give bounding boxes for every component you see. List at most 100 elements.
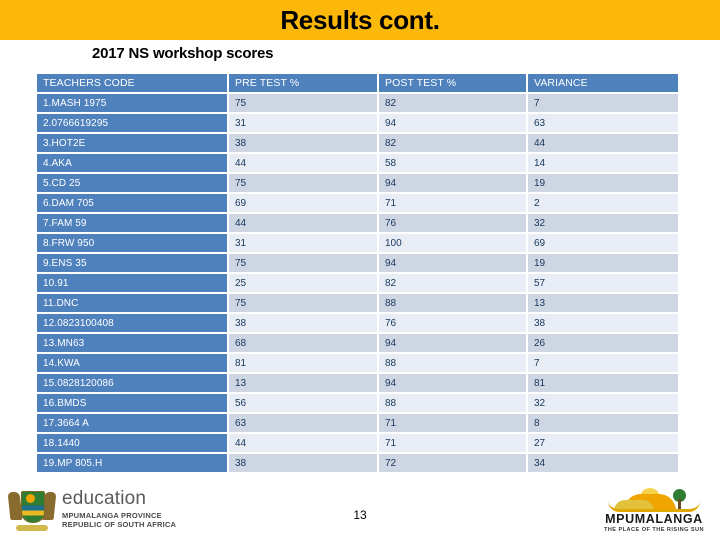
cell-variance: 14	[528, 152, 678, 172]
cell-pre-test: 44	[229, 432, 379, 452]
cell-pre-test: 38	[229, 312, 379, 332]
cell-teachers-code: 10.91	[37, 272, 229, 292]
province-logo-tagline: THE PLACE OF THE RISING SUN	[603, 526, 705, 533]
cell-post-test: 100	[379, 232, 528, 252]
column-header-post-test: POST TEST %	[379, 74, 528, 92]
table-row: 12.0823100408 38 76 38	[37, 312, 678, 332]
cell-variance: 34	[528, 452, 678, 472]
cell-pre-test: 25	[229, 272, 379, 292]
cell-teachers-code: 8.FRW 950	[37, 232, 229, 252]
cell-teachers-code: 5.CD 25	[37, 172, 229, 192]
cell-pre-test: 75	[229, 252, 379, 272]
cell-post-test: 88	[379, 352, 528, 372]
table-row: 1.MASH 1975 75 82 7	[37, 92, 678, 112]
cell-post-test: 71	[379, 432, 528, 452]
cell-variance: 7	[528, 352, 678, 372]
cell-post-test: 58	[379, 152, 528, 172]
table-row: 3.HOT2E 38 82 44	[37, 132, 678, 152]
cell-pre-test: 38	[229, 132, 379, 152]
cell-variance: 13	[528, 292, 678, 312]
cell-pre-test: 44	[229, 212, 379, 232]
cell-pre-test: 63	[229, 412, 379, 432]
coat-of-arms-icon	[7, 483, 57, 535]
table-row: 5.CD 25 75 94 19	[37, 172, 678, 192]
table-row: 8.FRW 950 31 100 69	[37, 232, 678, 252]
cell-pre-test: 69	[229, 192, 379, 212]
page-title: Results cont.	[280, 5, 440, 35]
cell-variance: 26	[528, 332, 678, 352]
cell-post-test: 72	[379, 452, 528, 472]
cell-variance: 27	[528, 432, 678, 452]
cell-pre-test: 81	[229, 352, 379, 372]
education-department-logo: education MPUMALANGA PROVINCE REPUBLIC O…	[7, 482, 218, 536]
cell-teachers-code: 3.HOT2E	[37, 132, 229, 152]
slide-subtitle: 2017 NS workshop scores	[92, 45, 274, 62]
table-row: 6.DAM 705 69 71 2	[37, 192, 678, 212]
cell-variance: 81	[528, 372, 678, 392]
cell-teachers-code: 19.MP 805.H	[37, 452, 229, 472]
cell-teachers-code: 2.0766619295	[37, 112, 229, 132]
cell-variance: 57	[528, 272, 678, 292]
cell-pre-test: 13	[229, 372, 379, 392]
cell-post-test: 76	[379, 312, 528, 332]
table-body: 1.MASH 1975 75 82 7 2.0766619295 31 94 63 3.HOT2…	[37, 92, 678, 472]
cell-pre-test: 75	[229, 292, 379, 312]
cell-pre-test: 44	[229, 152, 379, 172]
cell-pre-test: 31	[229, 112, 379, 132]
cell-teachers-code: 18.1440	[37, 432, 229, 452]
column-header-variance: VARIANCE	[528, 74, 678, 92]
table-row: 16.BMDS 56 88 32	[37, 392, 678, 412]
cell-variance: 32	[528, 212, 678, 232]
cell-post-test: 82	[379, 272, 528, 292]
cell-teachers-code: 4.AKA	[37, 152, 229, 172]
cell-teachers-code: 15.0828120086	[37, 372, 229, 392]
rising-sun-icon	[606, 486, 702, 512]
province-logo-name: MPUMALANGA	[605, 512, 703, 526]
cell-pre-test: 75	[229, 92, 379, 112]
mpumalanga-province-logo: MPUMALANGA THE PLACE OF THE RISING SUN	[598, 486, 710, 534]
table-row: 2.0766619295 31 94 63	[37, 112, 678, 132]
cell-post-test: 71	[379, 412, 528, 432]
cell-post-test: 82	[379, 132, 528, 152]
cell-variance: 44	[528, 132, 678, 152]
cell-pre-test: 75	[229, 172, 379, 192]
cell-variance: 63	[528, 112, 678, 132]
table-row: 14.KWA 81 88 7	[37, 352, 678, 372]
cell-teachers-code: 13.MN63	[37, 332, 229, 352]
cell-variance: 32	[528, 392, 678, 412]
cell-teachers-code: 11.DNC	[37, 292, 229, 312]
cell-post-test: 94	[379, 252, 528, 272]
cell-post-test: 71	[379, 192, 528, 212]
cell-teachers-code: 14.KWA	[37, 352, 229, 372]
cell-teachers-code: 12.0823100408	[37, 312, 229, 332]
table-row: 17.3664 A 63 71 8	[37, 412, 678, 432]
cell-teachers-code: 7.FAM 59	[37, 212, 229, 232]
cell-teachers-code: 17.3664 A	[37, 412, 229, 432]
education-logo-country: REPUBLIC OF SOUTH AFRICA	[62, 520, 177, 529]
table-header-row: TEACHERS CODE PRE TEST % POST TEST % VAR…	[37, 74, 678, 92]
education-logo-province: MPUMALANGA PROVINCE	[62, 510, 162, 520]
cell-variance: 38	[528, 312, 678, 332]
table-row: 7.FAM 59 44 76 32	[37, 212, 678, 232]
column-header-teachers-code: TEACHERS CODE	[37, 74, 229, 92]
table-row: 18.1440 44 71 27	[37, 432, 678, 452]
table-row: 9.ENS 35 75 94 19	[37, 252, 678, 272]
cell-variance: 7	[528, 92, 678, 112]
cell-post-test: 76	[379, 212, 528, 232]
table-row: 19.MP 805.H 38 72 34	[37, 452, 678, 472]
cell-post-test: 94	[379, 112, 528, 132]
cell-variance: 8	[528, 412, 678, 432]
cell-post-test: 94	[379, 372, 528, 392]
cell-post-test: 82	[379, 92, 528, 112]
cell-pre-test: 38	[229, 452, 379, 472]
cell-variance: 19	[528, 172, 678, 192]
column-header-pre-test: PRE TEST %	[229, 74, 379, 92]
cell-variance: 2	[528, 192, 678, 212]
cell-pre-test: 31	[229, 232, 379, 252]
cell-pre-test: 56	[229, 392, 379, 412]
cell-variance: 69	[528, 232, 678, 252]
cell-teachers-code: 1.MASH 1975	[37, 92, 229, 112]
cell-post-test: 94	[379, 172, 528, 192]
cell-teachers-code: 6.DAM 705	[37, 192, 229, 212]
table-row: 11.DNC 75 88 13	[37, 292, 678, 312]
